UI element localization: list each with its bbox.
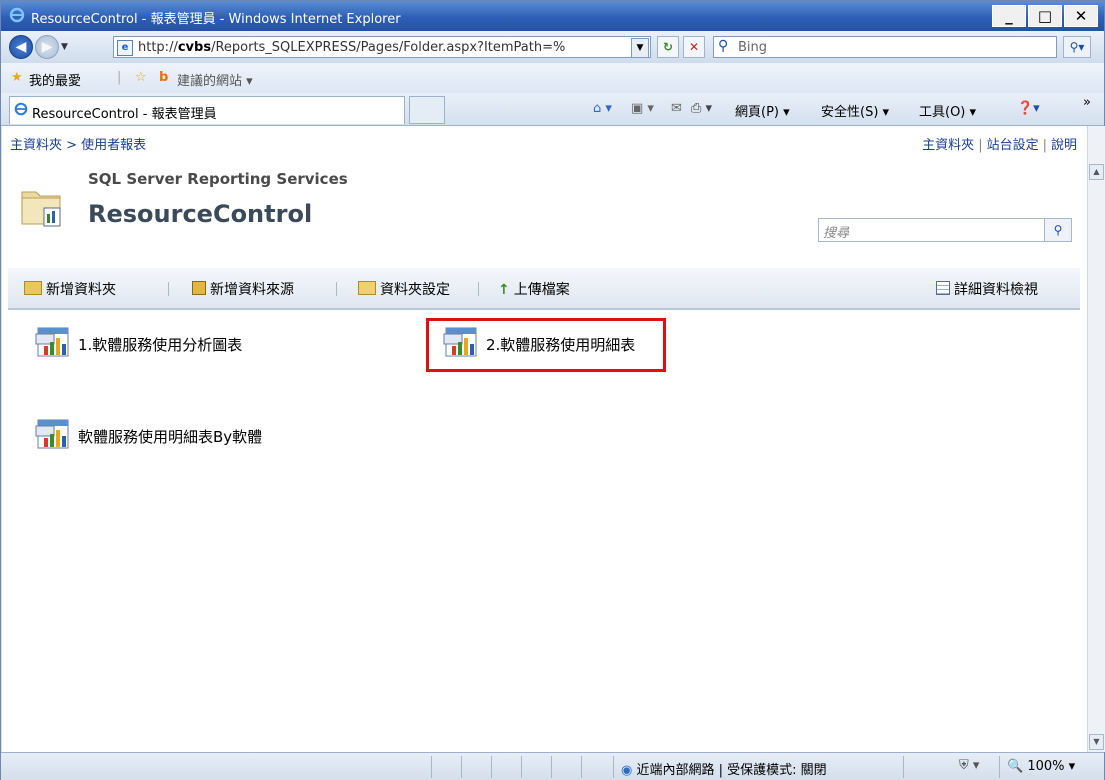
new-folder-button[interactable]: 新增資料夾 (24, 279, 116, 299)
tab-label: ResourceControl - 報表管理員 (32, 107, 217, 122)
address-bar[interactable]: e http://cvbs/Reports_SQLEXPRESS/Pages/F… (113, 36, 651, 58)
search-box[interactable]: ⚲ Bing (713, 36, 1057, 58)
folder-icon (18, 182, 66, 234)
ie-logo-icon (9, 7, 25, 27)
tools-menu[interactable]: 工具(O) ▾ (919, 101, 976, 120)
report-item-3[interactable]: 軟體服務使用明細表By軟體 (34, 418, 262, 454)
search-button[interactable]: ⚲▾ (1063, 36, 1091, 58)
history-dropdown-icon[interactable]: ▼ (61, 42, 68, 52)
favorites-button[interactable]: 我的最愛 (29, 70, 81, 89)
security-zone[interactable]: ◉ 近端內部網路 | 受保護模式: 關閉 (621, 759, 827, 778)
folder-settings-button[interactable]: 資料夾設定 (358, 279, 450, 299)
page-menu[interactable]: 網頁(P) ▾ (735, 101, 790, 120)
page-subtitle: SQL Server Reporting Services (88, 170, 348, 188)
page-icon: e (117, 40, 133, 56)
upload-button[interactable]: ↑ 上傳檔案 (498, 279, 570, 299)
new-folder-icon (24, 281, 42, 295)
home-link[interactable]: 主資料夾 (922, 138, 974, 153)
safety-menu[interactable]: 安全性(S) ▾ (821, 101, 889, 120)
scroll-down-icon[interactable]: ▼ (1089, 734, 1104, 750)
home-icon[interactable]: ⌂ ▾ (593, 101, 612, 116)
compat-icon[interactable]: ⛨ ▾ (959, 758, 979, 773)
new-tab-button[interactable] (409, 96, 445, 124)
suggested-sites-link[interactable]: 建議的網站 ▾ (177, 70, 253, 89)
globe-icon: ◉ (621, 763, 633, 778)
favorites-star-icon: ★ (11, 70, 23, 85)
details-view-button[interactable]: 詳細資料檢視 (936, 279, 1038, 299)
status-bar: ◉ 近端內部網路 | 受保護模式: 關閉 ⛨ ▾ 🔍 100% ▾ (1, 752, 1104, 780)
site-settings-link[interactable]: 站台設定 (987, 138, 1039, 153)
address-url[interactable]: http://cvbs/Reports_SQLEXPRESS/Pages/Fol… (138, 40, 630, 55)
tab-ie-icon (14, 102, 28, 120)
top-bar: 主資料夾 > 使用者報表 主資料夾 | 站台設定 | 說明 (2, 126, 1087, 158)
report-icon (34, 326, 70, 362)
navigation-bar: ◀ ▶ ▼ e http://cvbs/Reports_SQLEXPRESS/P… (1, 31, 1104, 63)
report-icon (34, 418, 70, 454)
new-datasource-button[interactable]: 新增資料來源 (192, 279, 294, 299)
help-link[interactable]: 說明 (1051, 138, 1077, 153)
tab-bar: ResourceControl - 報表管理員 ⌂ ▾ ▣ ▾ ✉ ⎙ ▾ 網頁… (1, 93, 1104, 126)
suggested-sites-icon: b (159, 70, 169, 85)
settings-icon (358, 281, 376, 295)
refresh-button[interactable]: ↻ (657, 36, 679, 58)
report-item-1[interactable]: 1.軟體服務使用分析圖表 (34, 326, 242, 362)
chevron-right-icon[interactable]: » (1083, 95, 1091, 110)
details-view-icon (936, 281, 950, 295)
toolbar: 新增資料夾 新增資料來源 資料夾設定 ↑ 上傳檔案 詳細資料檢視 (8, 268, 1080, 310)
vertical-scrollbar[interactable]: ▲ ▼ (1087, 126, 1105, 752)
address-dropdown-icon[interactable]: ▼ (631, 38, 649, 58)
favorites-bar: ★ 我的最愛 | ☆ b 建議的網站 ▾ (1, 63, 1104, 93)
help-icon[interactable]: ❓▾ (1017, 101, 1040, 116)
page-content: 主資料夾 > 使用者報表 主資料夾 | 站台設定 | 說明 SQL Server Rep… (2, 126, 1087, 752)
datasource-icon (192, 281, 206, 295)
selection-highlight (426, 318, 666, 372)
tab-resourcecontrol[interactable]: ResourceControl - 報表管理員 (9, 96, 405, 124)
print-icon[interactable]: ⎙ ▾ (691, 101, 712, 116)
divider: | (117, 70, 122, 85)
browser-window: ResourceControl - 報表管理員 - Windows Intern… (0, 0, 1105, 780)
top-links: 主資料夾 | 站台設定 | 說明 (922, 138, 1077, 153)
window-title: ResourceControl - 報表管理員 - Windows Intern… (31, 12, 401, 27)
forward-button[interactable]: ▶ (35, 35, 59, 59)
mail-icon[interactable]: ✉ (671, 101, 682, 116)
stop-button[interactable]: ✕ (683, 36, 705, 58)
add-favorite-icon[interactable]: ☆ (135, 70, 147, 85)
search-icon: ⚲ (718, 38, 729, 54)
scroll-up-icon[interactable]: ▲ (1089, 164, 1104, 180)
maximize-button[interactable]: □ (1028, 5, 1062, 27)
page-title: ResourceControl (88, 200, 313, 228)
zoom-level[interactable]: 🔍 100% ▾ (1007, 759, 1075, 774)
report-label: 1.軟體服務使用分析圖表 (78, 335, 243, 354)
search-provider: Bing (738, 40, 768, 55)
report-label: 軟體服務使用明細表By軟體 (78, 427, 263, 446)
feeds-icon[interactable]: ▣ ▾ (631, 101, 654, 116)
close-button[interactable]: ✕ (1064, 5, 1098, 27)
search-go-button[interactable]: ⚲ (1044, 218, 1072, 242)
back-button[interactable]: ◀ (9, 35, 33, 59)
title-bar: ResourceControl - 報表管理員 - Windows Intern… (1, 1, 1104, 31)
breadcrumb[interactable]: 主資料夾 > 使用者報表 (10, 134, 146, 153)
minimize-button[interactable]: _ (992, 5, 1026, 27)
search-input[interactable]: 搜尋 (818, 218, 1046, 242)
upload-arrow-icon: ↑ (498, 282, 510, 298)
